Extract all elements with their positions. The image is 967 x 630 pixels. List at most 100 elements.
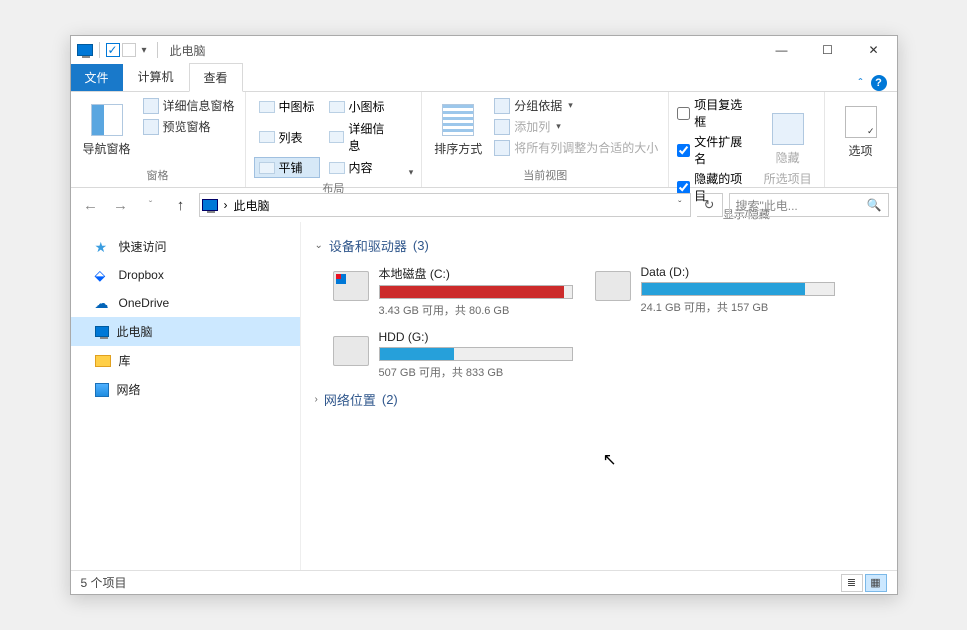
address-segment[interactable]: 此电脑 — [234, 197, 270, 214]
folder-icon — [95, 355, 111, 367]
sidebar-item-this-pc[interactable]: 此电脑 — [71, 317, 300, 346]
computer-tab[interactable]: 计算机 — [123, 62, 189, 91]
layout-tiles[interactable]: 平铺 — [254, 157, 320, 178]
window-title: 此电脑 — [170, 42, 206, 59]
layout-details[interactable]: 详细信息 — [324, 118, 401, 156]
layout-list[interactable]: 列表 — [254, 118, 320, 156]
options-icon: ✓ — [845, 106, 877, 138]
recent-locations-button[interactable]: ˇ — [139, 193, 163, 217]
file-extensions-toggle[interactable]: 文件扩展名 — [677, 133, 754, 167]
back-button[interactable]: ← — [79, 193, 103, 217]
navigation-pane-button[interactable]: 导航窗格 — [79, 96, 135, 165]
group-by-icon — [494, 98, 510, 114]
sidebar-item-quick-access[interactable]: ★快速访问 — [71, 232, 300, 261]
qat-customize-dropdown[interactable]: ▾ — [138, 45, 151, 56]
qat-button[interactable] — [122, 43, 136, 57]
chevron-down-icon: ▾ — [556, 121, 561, 132]
preview-pane-button[interactable]: 预览窗格 — [141, 117, 237, 136]
group-label: 窗格 — [79, 165, 237, 185]
drive-icon — [333, 271, 369, 301]
drive-info: Data (D:)24.1 GB 可用，共 157 GB — [641, 265, 835, 318]
dropbox-icon: ⬙ — [95, 267, 111, 283]
minimize-ribbon-button[interactable]: ˆ — [859, 76, 863, 90]
ribbon-group-options: ✓ 选项 — [825, 92, 897, 187]
drive-item[interactable]: Data (D:)24.1 GB 可用，共 157 GB — [593, 261, 837, 322]
group-by-button[interactable]: 分组依据▾ — [492, 96, 660, 115]
chevron-down-icon: ▾ — [568, 100, 573, 111]
ribbon: 导航窗格 详细信息窗格 预览窗格 窗格 中图标 小图标 列表 详细信息 平铺 内… — [71, 92, 897, 188]
title-bar: ✓ ▾ 此电脑 — ☐ ✕ — [71, 36, 897, 64]
content-area[interactable]: ⌄ 设备和驱动器 (3) 本地磁盘 (C:)3.43 GB 可用，共 80.6 … — [301, 222, 897, 570]
capacity-bar-fill — [380, 348, 455, 360]
sidebar-item-libraries[interactable]: 库 — [71, 346, 300, 375]
drive-item[interactable]: HDD (G:)507 GB 可用，共 833 GB — [331, 326, 575, 384]
hide-icon — [772, 113, 804, 145]
ribbon-tabs: 文件 计算机 查看 ˆ ? — [71, 64, 897, 92]
item-checkboxes-toggle[interactable]: 项目复选框 — [677, 96, 754, 130]
layout-icon — [259, 162, 275, 174]
view-mode-toggles: ≣ ▦ — [841, 574, 887, 592]
sidebar-item-network[interactable]: 网络 — [71, 375, 300, 404]
address-dropdown-button[interactable]: ˇ — [678, 200, 687, 211]
capacity-bar-fill — [380, 286, 564, 298]
qat-properties-button[interactable]: ✓ — [106, 43, 120, 57]
preview-pane-icon — [143, 119, 159, 135]
layout-icon — [329, 162, 345, 174]
group-label — [833, 169, 889, 185]
ribbon-group-panes: 导航窗格 详细信息窗格 预览窗格 窗格 — [71, 92, 246, 187]
close-button[interactable]: ✕ — [851, 36, 897, 64]
layout-content[interactable]: 内容 — [324, 157, 401, 178]
up-button[interactable]: ↑ — [169, 193, 193, 217]
navigation-pane-icon — [91, 104, 123, 136]
view-tab[interactable]: 查看 — [189, 63, 243, 92]
details-pane-icon — [143, 98, 159, 114]
refresh-button[interactable]: ↻ — [697, 193, 723, 217]
details-view-button[interactable]: ≣ — [841, 574, 863, 592]
computer-icon — [95, 326, 109, 337]
maximize-button[interactable]: ☐ — [805, 36, 851, 64]
section-devices-header[interactable]: ⌄ 设备和驱动器 (3) — [313, 230, 885, 261]
layout-medium-icons[interactable]: 中图标 — [254, 96, 320, 117]
drive-stat: 24.1 GB 可用，共 157 GB — [641, 299, 835, 315]
computer-icon — [77, 44, 93, 56]
capacity-bar — [641, 282, 835, 296]
chevron-down-icon: ⌄ — [315, 240, 323, 251]
group-label: 当前视图 — [430, 165, 660, 185]
capacity-bar — [379, 347, 573, 361]
drive-icon — [333, 336, 369, 366]
help-button[interactable]: ? — [871, 75, 887, 91]
autosize-icon — [494, 140, 510, 156]
options-button[interactable]: ✓ 选项 — [833, 96, 889, 169]
address-bar[interactable]: › 此电脑 ˇ — [199, 193, 691, 217]
search-box[interactable]: 搜索"此电... 🔍 — [729, 193, 889, 217]
separator — [99, 42, 100, 58]
body: ★快速访问 ⬙Dropbox ☁OneDrive 此电脑 库 网络 ⌄ 设备和驱… — [71, 222, 897, 570]
details-pane-button[interactable]: 详细信息窗格 — [141, 96, 237, 115]
sort-by-button[interactable]: 排序方式 — [430, 96, 486, 165]
separator — [157, 42, 158, 58]
sidebar-item-dropbox[interactable]: ⬙Dropbox — [71, 261, 300, 289]
minimize-button[interactable]: — — [759, 36, 805, 64]
computer-icon — [202, 199, 218, 211]
drive-name: 本地磁盘 (C:) — [379, 265, 573, 282]
checkbox[interactable] — [677, 107, 690, 120]
tiles-view-button[interactable]: ▦ — [865, 574, 887, 592]
checkbox[interactable] — [677, 144, 690, 157]
section-network-header[interactable]: › 网络位置 (2) — [313, 384, 885, 415]
add-columns-button[interactable]: 添加列▾ — [492, 117, 660, 136]
address-separator[interactable]: › — [224, 198, 228, 212]
status-bar: 5 个项目 ≣ ▦ — [71, 570, 897, 594]
layout-small-icons[interactable]: 小图标 — [324, 96, 401, 117]
layout-more-button[interactable]: ▾ — [409, 167, 414, 178]
sidebar-item-onedrive[interactable]: ☁OneDrive — [71, 289, 300, 317]
autosize-columns-button[interactable]: 将所有列调整为合适的大小 — [492, 138, 660, 157]
network-icon — [95, 383, 109, 397]
ribbon-group-layout: 中图标 小图标 列表 详细信息 平铺 内容 ▾ 布局 — [246, 92, 423, 187]
navigation-bar: ← → ˇ ↑ › 此电脑 ˇ ↻ 搜索"此电... 🔍 — [71, 188, 897, 222]
capacity-bar — [379, 285, 573, 299]
file-tab[interactable]: 文件 — [71, 64, 123, 91]
drive-item[interactable]: 本地磁盘 (C:)3.43 GB 可用，共 80.6 GB — [331, 261, 575, 322]
window-controls: — ☐ ✕ — [759, 36, 897, 64]
forward-button[interactable]: → — [109, 193, 133, 217]
mouse-cursor: ↖ — [603, 450, 617, 470]
